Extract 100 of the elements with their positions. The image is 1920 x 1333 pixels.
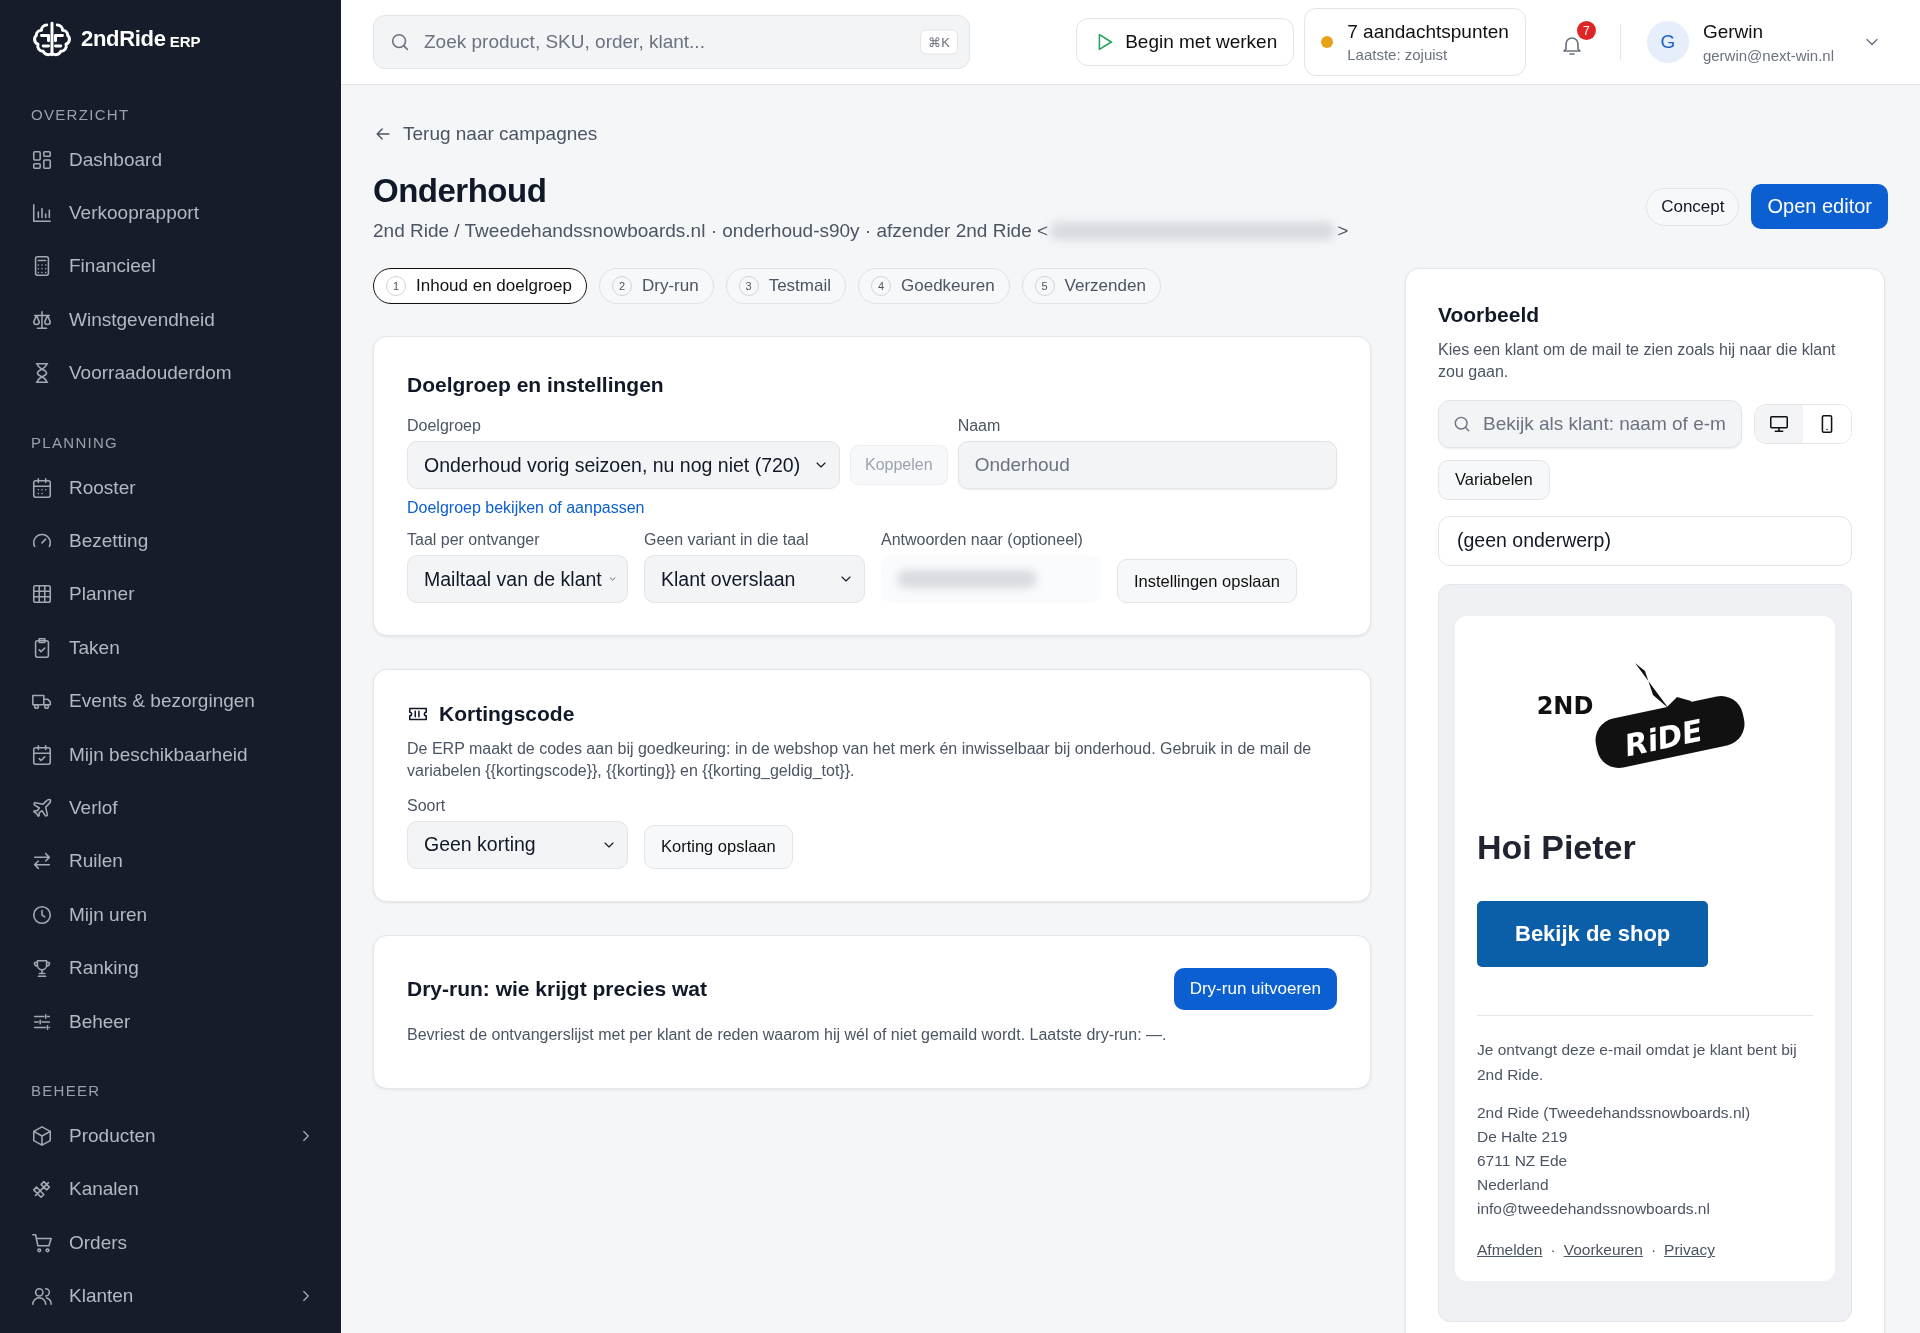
separator-dot: · (1650, 1241, 1657, 1260)
grid-icon (31, 148, 53, 171)
sidebar-item[interactable]: Beheer (31, 994, 315, 1049)
trophy-icon (31, 957, 53, 980)
section-heading: OVERZICHT (31, 106, 131, 123)
calendar-icon (31, 476, 53, 499)
step-tab[interactable]: 2 Dry-run (599, 268, 714, 304)
step-tab[interactable]: 1 Inhoud en doelgroep (373, 268, 587, 304)
footer-link[interactable]: Privacy (1664, 1241, 1715, 1260)
sidebar-item[interactable]: Rooster (31, 460, 315, 515)
dropdown[interactable]: Geen korting (407, 820, 628, 869)
card-description: Bevriest de ontvangerslijst met per klant de reden waarom hij wél of niet gemaild wordt. Laatste dry-run: —. (407, 1024, 1168, 1045)
address-line: De Halte 219 (1477, 1127, 1569, 1148)
shortcut-hint: ⌘K (920, 29, 958, 55)
footer-link[interactable]: Afmelden (1477, 1241, 1543, 1260)
attention-title: 7 aandachtspunten (1347, 21, 1509, 43)
user-email: gerwin@next-win.nl (1702, 46, 1834, 64)
field-label: Soort (407, 796, 447, 815)
notification-count: 7 (1576, 21, 1596, 40)
calendar-check-icon (31, 743, 53, 766)
card-title: Voorbeeld (1438, 303, 1541, 327)
cart-icon (31, 1231, 53, 1254)
dry-run-button[interactable]: Dry-run uitvoeren (1173, 967, 1337, 1010)
sidebar-item[interactable]: Winstgevendheid (31, 293, 315, 347)
sidebar-item[interactable]: Klanten (31, 1269, 315, 1323)
plug-icon (31, 1178, 53, 1201)
sidebar-item[interactable]: Ranking (31, 941, 315, 995)
shop-button[interactable]: Bekijk de shop (1477, 900, 1709, 967)
user-menu[interactable]: G Gerwin gerwin@next-win.nl (1640, 19, 1888, 65)
section-heading: PLANNING (31, 433, 120, 451)
user-name: Gerwin (1702, 20, 1765, 43)
separator-dot: · (1550, 1241, 1556, 1260)
sidebar-item[interactable]: Mijn beschikbaarheid (31, 727, 315, 782)
reply-to-field[interactable] (881, 555, 1101, 603)
open-editor-button[interactable]: Open editor (1751, 184, 1888, 229)
attention-subtitle: Laatste: zojuist (1347, 46, 1449, 63)
sidebar-item[interactable]: Dashboard (31, 133, 315, 187)
app-suffix: ERP (169, 32, 201, 50)
field-label: Geen variant in die taal (644, 531, 810, 549)
sidebar-item[interactable]: Taken (31, 621, 315, 675)
subject-field: (geen onderwerp) (1438, 515, 1852, 566)
address-line: 6711 NZ Ede (1477, 1151, 1569, 1172)
step-tab[interactable]: 4 Goedkeuren (858, 268, 1010, 304)
address-line: info@tweedehandssnowboards.nl (1477, 1199, 1711, 1220)
sidebar-item[interactable]: Voorraadouderdom (31, 346, 315, 400)
sidebar-item[interactable]: Producten (31, 1109, 315, 1163)
sidebar-item[interactable]: Ruilen (31, 834, 315, 889)
app-name: 2ndRide (81, 26, 166, 52)
scale-icon (31, 308, 53, 331)
dropdown[interactable]: Klant overslaan (644, 555, 865, 603)
audience-link[interactable]: Doelgroep bekijken of aanpassen (407, 499, 840, 517)
step-tab[interactable]: 3 Testmail (725, 268, 846, 304)
plane-icon (31, 797, 53, 819)
search-icon (389, 31, 411, 53)
dropdown[interactable]: Onderhoud vorig seizoen, nu nog niet (720) (407, 441, 840, 489)
address-line: Nederland (1477, 1175, 1550, 1196)
customer-search-field[interactable]: Bekijk als klant: naam of e-m (1438, 399, 1742, 448)
save-settings-button[interactable]: Instellingen opslaan (1117, 559, 1297, 603)
email-footer-note: Je ontvangt deze e-mail omdat je klant bent bij 2nd Ride. (1477, 1039, 1798, 1085)
box-icon (31, 1124, 53, 1147)
sidebar-item[interactable]: Financieel (31, 239, 315, 294)
footer-link[interactable]: Voorkeuren (1563, 1241, 1643, 1260)
section-heading: BEHEER (31, 1082, 102, 1100)
save-discount-button[interactable]: Korting opslaan (644, 824, 793, 869)
desktop-view-toggle[interactable] (1755, 404, 1803, 443)
status-badge: Concept (1646, 187, 1740, 226)
subtitle-end: > (1337, 220, 1349, 242)
field-label: Antwoorden naar (optioneel) (881, 531, 1084, 549)
field-label: Naam (957, 417, 1002, 435)
card-title: Doelgroep en instellingen (407, 373, 665, 397)
sidebar-item[interactable]: Verkooprapport (31, 186, 315, 240)
field-label: Doelgroep (407, 417, 482, 435)
back-link[interactable]: Terug naar campagnes (373, 123, 598, 145)
card-title: Dry-run: wie krijgt precies wat (407, 976, 707, 1001)
card-description: Kies een klant om de mail te zien zoals hij naar die klant zou gaan. (1438, 340, 1837, 383)
clock-icon (31, 903, 53, 926)
card-title: Kortingscode (439, 702, 575, 726)
avatar: G (1646, 21, 1689, 63)
email-greeting: Hoi Pieter (1477, 827, 1637, 867)
sidebar-item[interactable]: Verlof (31, 781, 315, 835)
step-tab[interactable]: 5 Verzenden (1021, 268, 1161, 304)
sidebar-item[interactable]: Kanalen (31, 1162, 315, 1217)
dropdown[interactable]: Mailtaal van de klant (407, 555, 628, 603)
sidebar-item[interactable]: Bezetting (31, 514, 315, 568)
bar-chart-icon (31, 202, 53, 225)
sidebar-item[interactable]: Orders (31, 1216, 315, 1270)
campaign-subtitle: 2nd Ride / Tweedehandssnowboards.nl · onderhoud-s90y · afzender 2nd Ride < (373, 220, 1049, 242)
start-button[interactable]: Begin met werken (1076, 18, 1295, 66)
attention-button[interactable]: 7 aandachtspunten Laatste: zojuist (1304, 8, 1526, 76)
name-field[interactable]: Onderhoud (957, 441, 1337, 489)
sidebar-item[interactable]: Mijn uren (31, 888, 315, 942)
variables-button[interactable]: Variabelen (1438, 459, 1550, 500)
users-icon (31, 1285, 53, 1308)
field-label: Taal per ontvanger (407, 531, 541, 549)
table-icon (31, 583, 53, 606)
sidebar-item[interactable]: Planner (31, 567, 315, 622)
page-title: Onderhoud (373, 172, 548, 210)
sidebar-item[interactable]: Events & bezorgingen (31, 674, 315, 728)
logo-drawing: 2ND RiDE (1477, 655, 1813, 776)
notifications-button[interactable]: 7 (1553, 21, 1596, 63)
